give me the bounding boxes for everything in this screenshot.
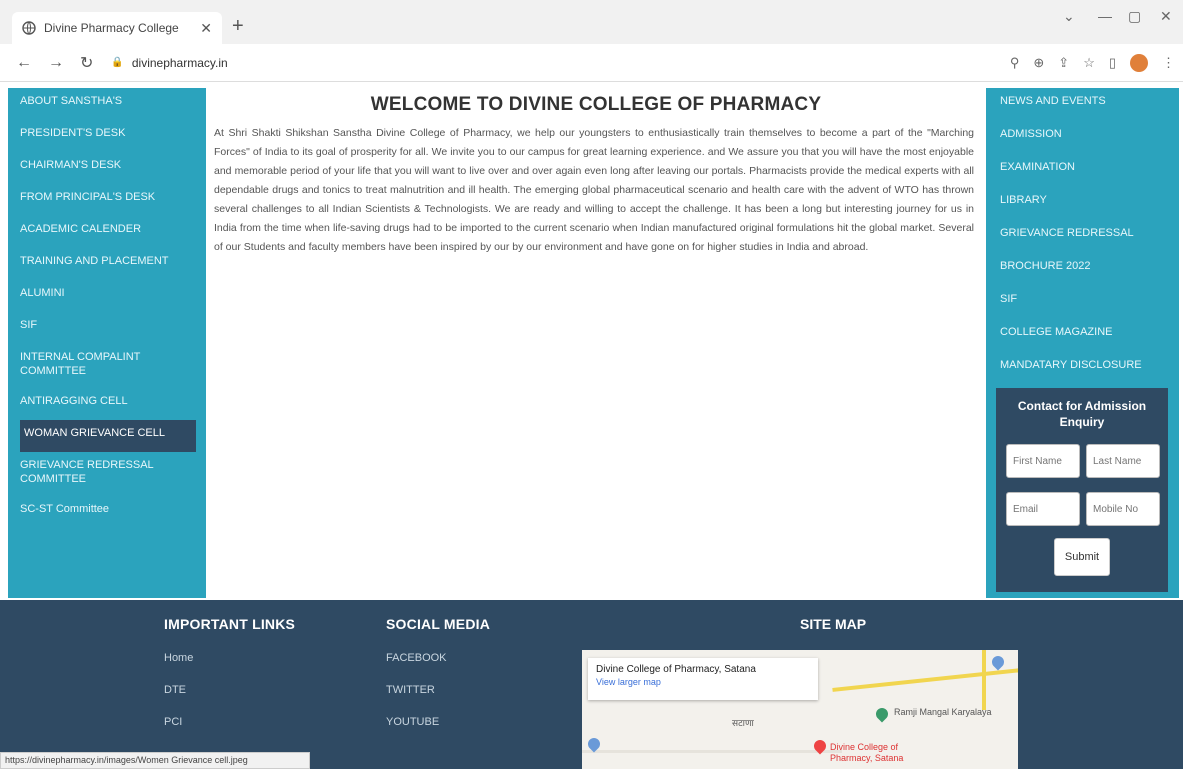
footer-link-dte[interactable]: DTE	[164, 684, 295, 696]
footer: IMPORTANT LINKS Home DTE PCI SOCIAL MEDI…	[0, 600, 1183, 769]
map-place-label: Ramji Mangal Karyalaya	[894, 707, 992, 717]
sidebar-item-president[interactable]: PRESIDENT'S DESK	[8, 120, 206, 152]
sidebar-item-alumini[interactable]: ALUMINI	[8, 280, 206, 312]
mobile-field[interactable]	[1086, 492, 1160, 526]
footer-link-twitter[interactable]: TWITTER	[386, 684, 490, 696]
map-place-name: Divine College of Pharmacy, Satana	[596, 664, 756, 675]
admission-contact-form: Contact for Admission Enquiry Submit	[996, 388, 1168, 592]
status-bar-url: https://divinepharmacy.in/images/Women G…	[0, 752, 310, 769]
close-window-icon[interactable]: ✕	[1160, 8, 1172, 25]
back-icon[interactable]: ←	[16, 54, 32, 72]
sidebar-item-antiragging[interactable]: ANTIRAGGING CELL	[8, 388, 206, 420]
page-title: WELCOME TO DIVINE COLLEGE OF PHARMACY	[370, 94, 822, 115]
zoom-icon[interactable]: ⊕	[1033, 55, 1044, 71]
map-road	[832, 668, 1018, 692]
sidebar-item-placement[interactable]: TRAINING AND PLACEMENT	[8, 248, 206, 280]
site-map-title: SITE MAP	[800, 616, 867, 632]
tab-search-icon[interactable]: ⌄	[1063, 8, 1075, 25]
url-text: divinepharmacy.in	[131, 55, 228, 70]
sidebar-item-library[interactable]: LIBRARY	[986, 187, 1179, 220]
search-icon[interactable]: ⚲	[1010, 55, 1020, 71]
star-icon[interactable]: ☆	[1083, 55, 1095, 71]
close-tab-icon[interactable]: ✕	[200, 20, 212, 37]
new-tab-icon[interactable]: +	[232, 16, 244, 36]
map-larger-link[interactable]: View larger map	[596, 677, 810, 687]
tab-title: Divine Pharmacy College	[44, 21, 179, 35]
footer-link-pci[interactable]: PCI	[164, 716, 295, 728]
footer-link-facebook[interactable]: FACEBOOK	[386, 652, 490, 664]
sidebar-item-magazine[interactable]: COLLEGE MAGAZINE	[986, 319, 1179, 352]
sidebar-item-calender[interactable]: ACADEMIC CALENDER	[8, 216, 206, 248]
sidebar-item-disclosure[interactable]: MANDATARY DISCLOSURE	[986, 352, 1179, 385]
map-road	[582, 750, 842, 753]
right-sidebar: NEWS AND EVENTS ADMISSION EXAMINATION LI…	[986, 88, 1179, 598]
social-media-title: SOCIAL MEDIA	[386, 616, 491, 632]
sidebar-item-admission[interactable]: ADMISSION	[986, 121, 1179, 154]
email-field[interactable]	[1006, 492, 1080, 526]
social-media-section: SOCIAL MEDIA FACEBOOK TWITTER YOUTUBE	[386, 616, 490, 728]
map-pin-icon	[873, 705, 891, 723]
first-name-field[interactable]	[1006, 444, 1080, 478]
browser-tab[interactable]: Divine Pharmacy College ✕	[12, 12, 222, 44]
menu-icon[interactable]: ⋮	[1162, 55, 1175, 71]
address-bar: ← → ↻ 🔒 divinepharmacy.in ⚲ ⊕ ⇪ ☆ ▯ ⋮	[0, 44, 1183, 82]
sidebar-item-principal[interactable]: FROM PRINCIPAL'S DESK	[8, 184, 206, 216]
main-content: WELCOME TO DIVINE COLLEGE OF PHARMACY At…	[214, 88, 978, 257]
sidebar-item-news[interactable]: NEWS AND EVENTS	[986, 88, 1179, 121]
sidebar-item-complaint-committee[interactable]: INTERNAL COMPALINT COMMITTEE	[8, 344, 206, 388]
forward-icon[interactable]: →	[48, 54, 64, 72]
contact-form-title: Contact for Admission Enquiry	[1017, 399, 1147, 429]
last-name-field[interactable]	[1086, 444, 1160, 478]
embedded-map[interactable]: Divine College of Pharmacy, Satana View …	[582, 650, 1018, 769]
share-icon[interactable]: ⇪	[1058, 55, 1069, 71]
map-road	[982, 650, 986, 710]
lock-icon: 🔒	[111, 57, 124, 68]
browser-tab-bar: Divine Pharmacy College ✕ + ⌄ — ▢ ✕	[0, 0, 1183, 44]
sidebar-item-grievance-committee[interactable]: GRIEVANCE REDRESSAL COMMITTEE	[8, 452, 206, 496]
sidebar-item-sif[interactable]: SIF	[8, 312, 206, 344]
important-links-section: IMPORTANT LINKS Home DTE PCI	[164, 616, 295, 728]
submit-button[interactable]: Submit	[1054, 538, 1110, 576]
sidebar-item-sif-right[interactable]: SIF	[986, 286, 1179, 319]
important-links-title: IMPORTANT LINKS	[164, 616, 296, 632]
welcome-paragraph: At Shri Shakti Shikshan Sanstha Divine C…	[214, 127, 974, 253]
globe-icon	[22, 21, 36, 35]
sidebar-item-about[interactable]: ABOUT SANSTHA'S	[8, 88, 206, 120]
sidebar-item-chairman[interactable]: CHAIRMAN'S DESK	[8, 152, 206, 184]
minimize-icon[interactable]: —	[1098, 8, 1112, 24]
map-pin-icon	[989, 653, 1007, 671]
sidebar-item-scst[interactable]: SC-ST Committee	[8, 496, 206, 528]
footer-link-youtube[interactable]: YOUTUBE	[386, 716, 490, 728]
url-field[interactable]: 🔒 divinepharmacy.in	[111, 56, 227, 70]
maximize-icon[interactable]: ▢	[1128, 8, 1141, 25]
sidepanel-icon[interactable]: ▯	[1109, 55, 1116, 71]
footer-link-home[interactable]: Home	[164, 652, 295, 664]
profile-avatar[interactable]	[1130, 54, 1148, 72]
sidebar-item-examination[interactable]: EXAMINATION	[986, 154, 1179, 187]
map-marker-label: Divine College of Pharmacy, Satana	[830, 742, 904, 763]
sidebar-item-grievance-redressal[interactable]: GRIEVANCE REDRESSAL	[986, 220, 1179, 253]
web-page: ABOUT SANSTHA'S PRESIDENT'S DESK CHAIRMA…	[0, 82, 1183, 769]
map-info-card: Divine College of Pharmacy, Satana View …	[588, 658, 818, 700]
sidebar-item-brochure[interactable]: BROCHURE 2022	[986, 253, 1179, 286]
sidebar-item-woman-grievance[interactable]: WOMAN GRIEVANCE CELL	[20, 420, 196, 452]
left-sidebar: ABOUT SANSTHA'S PRESIDENT'S DESK CHAIRMA…	[8, 88, 206, 598]
map-local-label: सटाणा	[732, 718, 754, 728]
reload-icon[interactable]: ↻	[80, 53, 93, 73]
